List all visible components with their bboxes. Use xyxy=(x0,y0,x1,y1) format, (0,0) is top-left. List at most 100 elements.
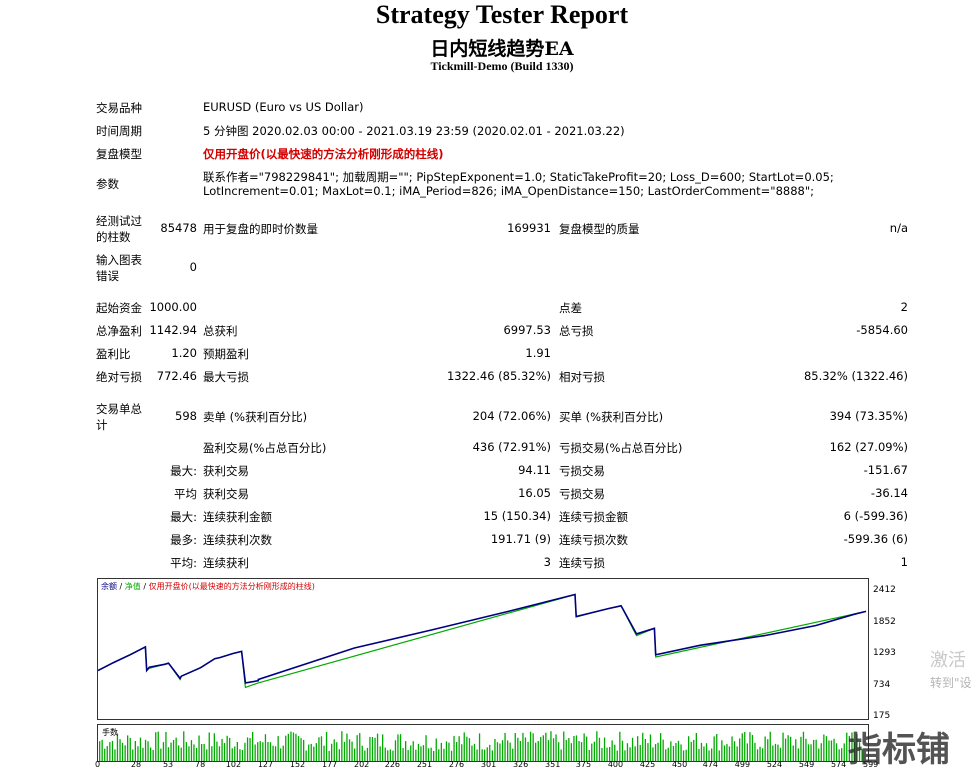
volume-bar xyxy=(249,738,251,761)
volume-bar xyxy=(606,747,608,761)
volume-bar xyxy=(402,748,404,761)
bars-value: 85478 xyxy=(160,221,197,235)
volume-bar xyxy=(382,734,384,761)
volume-bar xyxy=(547,740,550,761)
volume-bar xyxy=(767,739,769,761)
volume-bar xyxy=(833,738,835,761)
max-cons-wins-label: 连续获利金额 xyxy=(203,510,272,524)
volume-bar xyxy=(759,746,761,761)
quality-value: n/a xyxy=(889,221,908,235)
settings-watermark: 转到"设 xyxy=(930,676,972,690)
average-loss-label: 亏损交易 xyxy=(559,487,605,501)
rel-drawdown-label: 相对亏损 xyxy=(559,370,605,384)
volume-bar xyxy=(379,746,381,761)
volume-bar xyxy=(147,741,149,761)
max-cons-label: 最大: xyxy=(170,510,197,524)
volume-bar xyxy=(453,735,455,761)
avg-cons-label: 平均: xyxy=(170,556,197,570)
volume-bar xyxy=(739,738,741,761)
y-tick-label: 1852 xyxy=(873,616,896,627)
server-build: Tickmill-Demo (Build 1330) xyxy=(430,59,574,73)
volume-bar xyxy=(736,746,738,761)
volume-bar xyxy=(420,746,422,761)
profit-factor-value: 1.20 xyxy=(171,346,197,360)
volume-bar xyxy=(300,738,302,761)
volume-bar xyxy=(790,736,792,761)
abs-drawdown-value: 772.46 xyxy=(156,369,197,383)
volume-bar xyxy=(603,737,606,761)
volume-bar xyxy=(769,731,771,761)
volume-bar xyxy=(598,737,601,761)
volume-bar xyxy=(267,742,269,761)
volume-bar xyxy=(473,743,476,761)
volume-bar xyxy=(170,742,172,761)
volume-bar xyxy=(180,747,182,761)
volume-bar xyxy=(198,735,200,761)
volume-bar xyxy=(514,733,516,761)
model-label: 复盘模型 xyxy=(96,147,142,161)
volume-bar xyxy=(774,743,777,761)
volume-bar xyxy=(203,744,205,761)
max-cons-wins-value: 15 (150.34) xyxy=(483,509,551,523)
volume-bar xyxy=(445,741,448,761)
volume-bar xyxy=(438,749,440,761)
volume-bar xyxy=(471,745,473,761)
volume-bar xyxy=(346,733,348,761)
volume-bar xyxy=(496,742,499,761)
volume-bar xyxy=(162,742,165,761)
volume-bar xyxy=(376,733,379,761)
total-trades-value: 598 xyxy=(175,409,197,423)
volume-bar xyxy=(830,740,833,761)
volume-bar xyxy=(741,733,743,761)
volume-bar xyxy=(188,746,190,761)
volume-bar xyxy=(772,745,774,761)
volume-bar xyxy=(277,736,279,761)
maximal-cons-loss-label: 连续亏损次数 xyxy=(559,533,628,547)
volume-bar xyxy=(282,745,284,761)
volume-bar xyxy=(818,748,820,761)
volume-bar xyxy=(654,744,657,761)
bars-label-1: 经测试过 xyxy=(96,214,142,228)
volume-bar xyxy=(609,747,611,761)
volume-bar xyxy=(246,737,249,761)
volume-bar xyxy=(341,731,343,761)
average-profit-value: 16.05 xyxy=(518,486,551,500)
total-trades-label-2: 计 xyxy=(96,418,108,432)
volume-bar xyxy=(637,736,639,761)
volume-bar xyxy=(535,742,537,761)
expected-payoff-value: 1.91 xyxy=(525,346,551,360)
net-profit-label: 总净盈利 xyxy=(96,324,142,338)
volume-bar xyxy=(374,737,376,761)
spread-value: 2 xyxy=(900,300,908,314)
long-trades-label: 买单 (%获利百分比) xyxy=(559,410,664,424)
volume-bar xyxy=(336,742,338,761)
volume-bar xyxy=(315,743,317,761)
volume-bar xyxy=(560,749,562,761)
volume-bar xyxy=(150,747,152,761)
volume-bar xyxy=(522,732,524,761)
volume-bar xyxy=(104,748,106,761)
volume-bar xyxy=(728,746,731,761)
max-drawdown-label: 最大亏损 xyxy=(203,370,249,384)
volume-bar xyxy=(320,736,323,761)
volume-bar xyxy=(285,735,287,761)
abs-drawdown-label: 绝对亏损 xyxy=(96,370,142,384)
volume-bar xyxy=(124,745,126,761)
volume-bar xyxy=(318,737,320,761)
total-trades-label-1: 交易单总 xyxy=(96,402,142,416)
volume-bar xyxy=(657,742,659,761)
volume-bar xyxy=(639,744,641,761)
volume-bar xyxy=(422,745,425,761)
volume-bar xyxy=(545,732,547,761)
volume-bar xyxy=(784,738,787,761)
volume-bar xyxy=(542,735,544,761)
deposit-label: 起始资金 xyxy=(96,301,142,315)
y-tick-label: 175 xyxy=(873,711,891,721)
volume-bar xyxy=(749,732,751,761)
balance-line xyxy=(97,593,867,684)
volume-bar xyxy=(216,741,218,761)
volume-bar xyxy=(458,736,460,761)
legend-equity: 净值 xyxy=(124,582,141,591)
y-tick-label: 2412 xyxy=(873,585,896,595)
volume-bar xyxy=(820,743,822,761)
